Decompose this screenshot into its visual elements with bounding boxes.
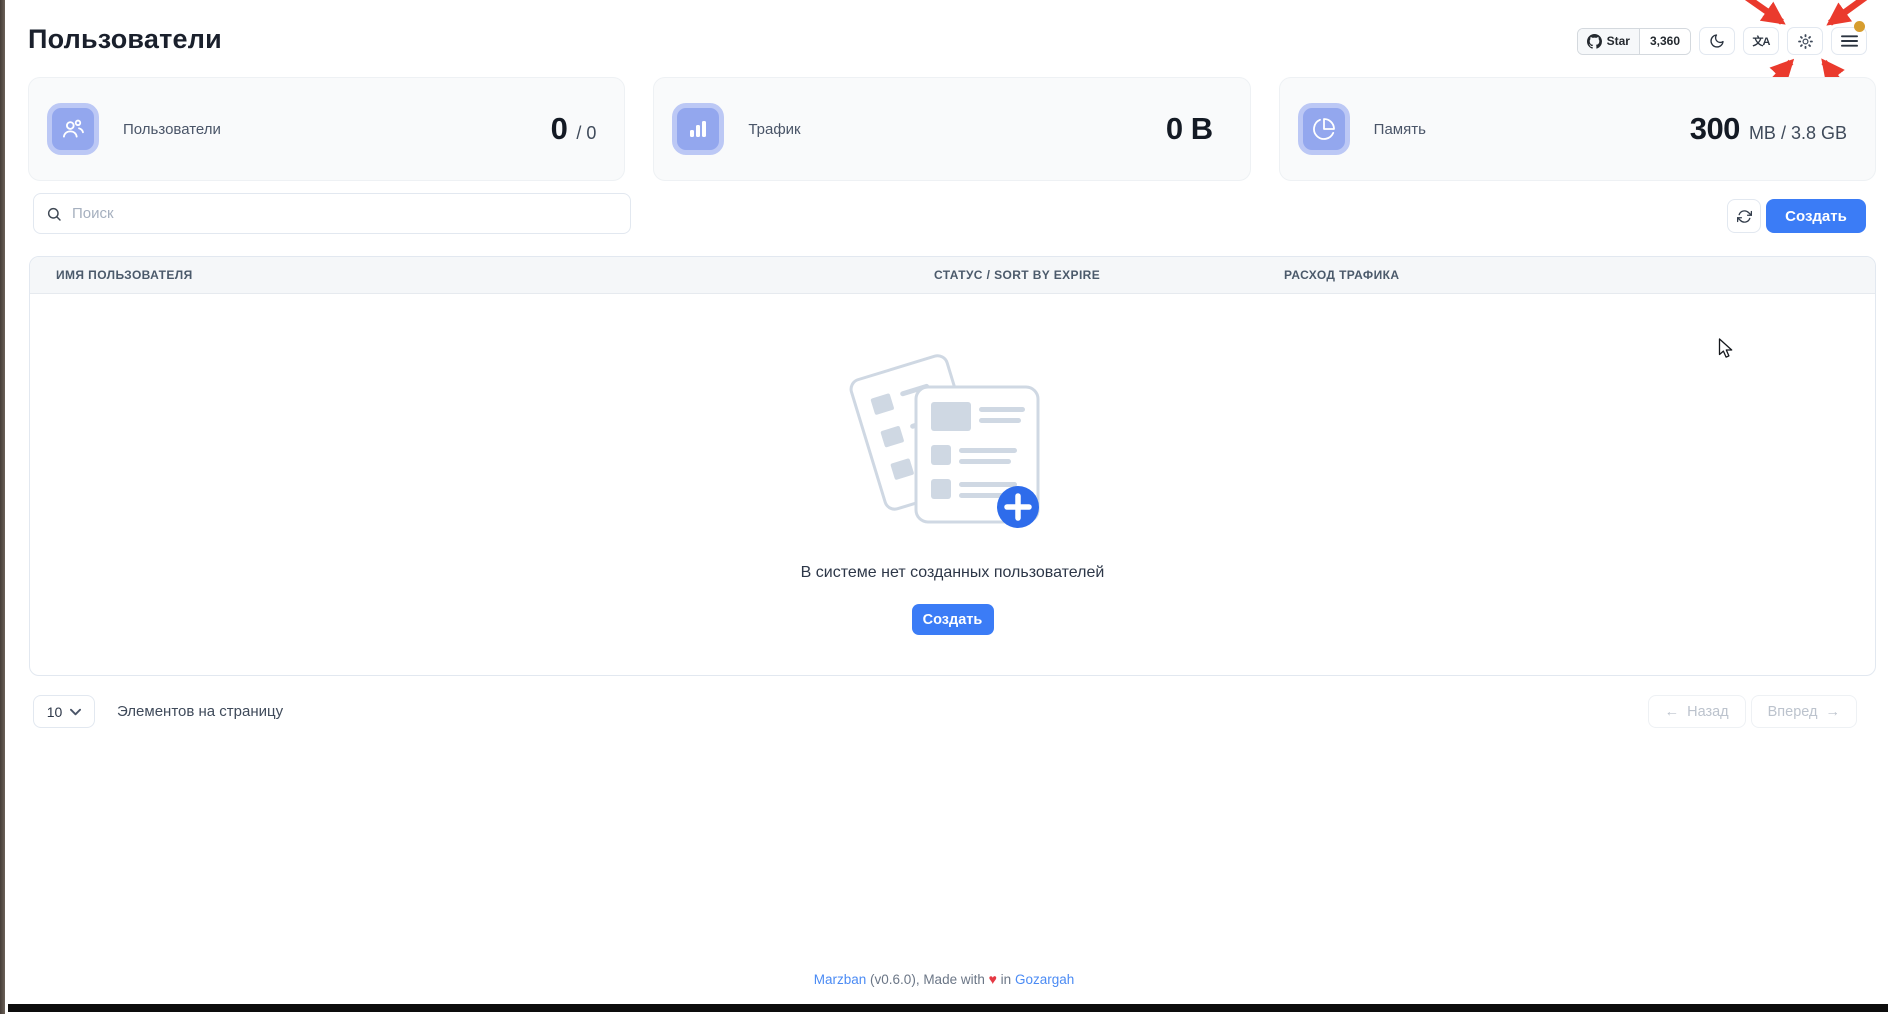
left-arrow-icon: ← — [1665, 704, 1680, 720]
window-bottom-edge — [8, 1004, 1888, 1012]
footer-text-2: in — [997, 972, 1015, 987]
github-star-button[interactable]: Star — [1578, 29, 1640, 54]
per-page-label: Элементов на страницу — [117, 703, 283, 720]
empty-state-message: В системе нет созданных пользователей — [801, 564, 1105, 582]
bar-chart-icon — [672, 103, 724, 155]
stat-label: Пользователи — [123, 121, 221, 138]
table-header-row: ИМЯ ПОЛЬЗОВАТЕЛЯ СТАТУС / SORT BY EXPIRE… — [30, 257, 1875, 294]
stat-suffix: MB / 3.8 GB — [1749, 123, 1847, 144]
stat-card-traffic: Трафик 0 B — [653, 77, 1250, 181]
next-page-button[interactable]: Вперед → — [1751, 695, 1857, 728]
column-header-username[interactable]: ИМЯ ПОЛЬЗОВАТЕЛЯ — [30, 268, 934, 282]
column-header-traffic[interactable]: РАСХОД ТРАФИКА — [1284, 268, 1875, 282]
create-button[interactable]: Создать — [1766, 199, 1866, 233]
footer-text: (v0.6.0), Made with — [866, 972, 988, 987]
stat-card-users: Пользователи 0 / 0 — [28, 77, 625, 181]
page-title: Пользователи — [28, 24, 222, 55]
moon-icon — [1709, 33, 1725, 49]
stat-value: 300 — [1690, 111, 1740, 147]
prev-page-button[interactable]: ← Назад — [1648, 695, 1746, 728]
empty-documents-illustration — [848, 349, 1058, 534]
dark-mode-button[interactable] — [1699, 27, 1735, 55]
refresh-icon — [1737, 209, 1752, 224]
window-left-edge — [0, 0, 5, 1014]
refresh-button[interactable] — [1727, 199, 1761, 233]
gozargah-link[interactable]: Gozargah — [1015, 972, 1074, 987]
footer: Marzban (v0.6.0), Made with ♥ in Gozarga… — [0, 971, 1888, 987]
per-page-value: 10 — [47, 704, 63, 720]
stat-label: Память — [1374, 121, 1426, 138]
stat-card-memory: Память 300 MB / 3.8 GB — [1279, 77, 1876, 181]
topbar-controls: Star 3,360 文A — [1577, 27, 1867, 55]
settings-button[interactable] — [1787, 27, 1823, 55]
github-star-label: Star — [1607, 34, 1630, 48]
search-box[interactable] — [33, 193, 631, 234]
users-icon — [47, 103, 99, 155]
language-button[interactable]: 文A — [1743, 27, 1779, 55]
search-input[interactable] — [72, 205, 618, 222]
github-star-count[interactable]: 3,360 — [1640, 29, 1690, 54]
per-page-select[interactable]: 10 — [33, 695, 95, 728]
marzban-link[interactable]: Marzban — [814, 972, 867, 987]
table-empty-state: В системе нет созданных пользователей Со… — [30, 294, 1875, 675]
hamburger-icon — [1841, 34, 1858, 48]
search-icon — [46, 206, 62, 222]
marzban-users-page: Пользователи Star 3,360 文A — [0, 0, 1888, 1014]
stat-value: 0 — [551, 111, 568, 147]
empty-state-create-button[interactable]: Создать — [912, 604, 994, 635]
gear-icon — [1797, 33, 1814, 50]
pie-chart-icon — [1298, 103, 1350, 155]
arrow-top-left — [1742, 0, 1782, 22]
chevron-down-icon — [70, 708, 81, 716]
right-arrow-icon: → — [1826, 704, 1841, 720]
column-header-status-sort[interactable]: СТАТУС / SORT BY EXPIRE — [934, 268, 1284, 282]
stat-value: 0 B — [1166, 111, 1213, 147]
github-icon — [1587, 34, 1602, 49]
stat-cards: Пользователи 0 / 0 Трафик 0 B Память 300 — [28, 77, 1876, 181]
stat-suffix: / 0 — [576, 123, 596, 144]
arrow-top-right — [1830, 0, 1870, 23]
pagination-bar: 10 Элементов на страницу ← Назад Вперед … — [33, 695, 1857, 728]
github-star-widget[interactable]: Star 3,360 — [1577, 28, 1691, 55]
add-circle-icon — [997, 486, 1039, 528]
notification-dot — [1854, 21, 1865, 32]
translate-icon: 文A — [1753, 33, 1770, 49]
heart-icon: ♥ — [989, 971, 997, 987]
users-table: ИМЯ ПОЛЬЗОВАТЕЛЯ СТАТУС / SORT BY EXPIRE… — [29, 256, 1876, 676]
prev-page-label: Назад — [1687, 704, 1729, 720]
next-page-label: Вперед — [1768, 704, 1818, 720]
stat-label: Трафик — [748, 121, 800, 138]
